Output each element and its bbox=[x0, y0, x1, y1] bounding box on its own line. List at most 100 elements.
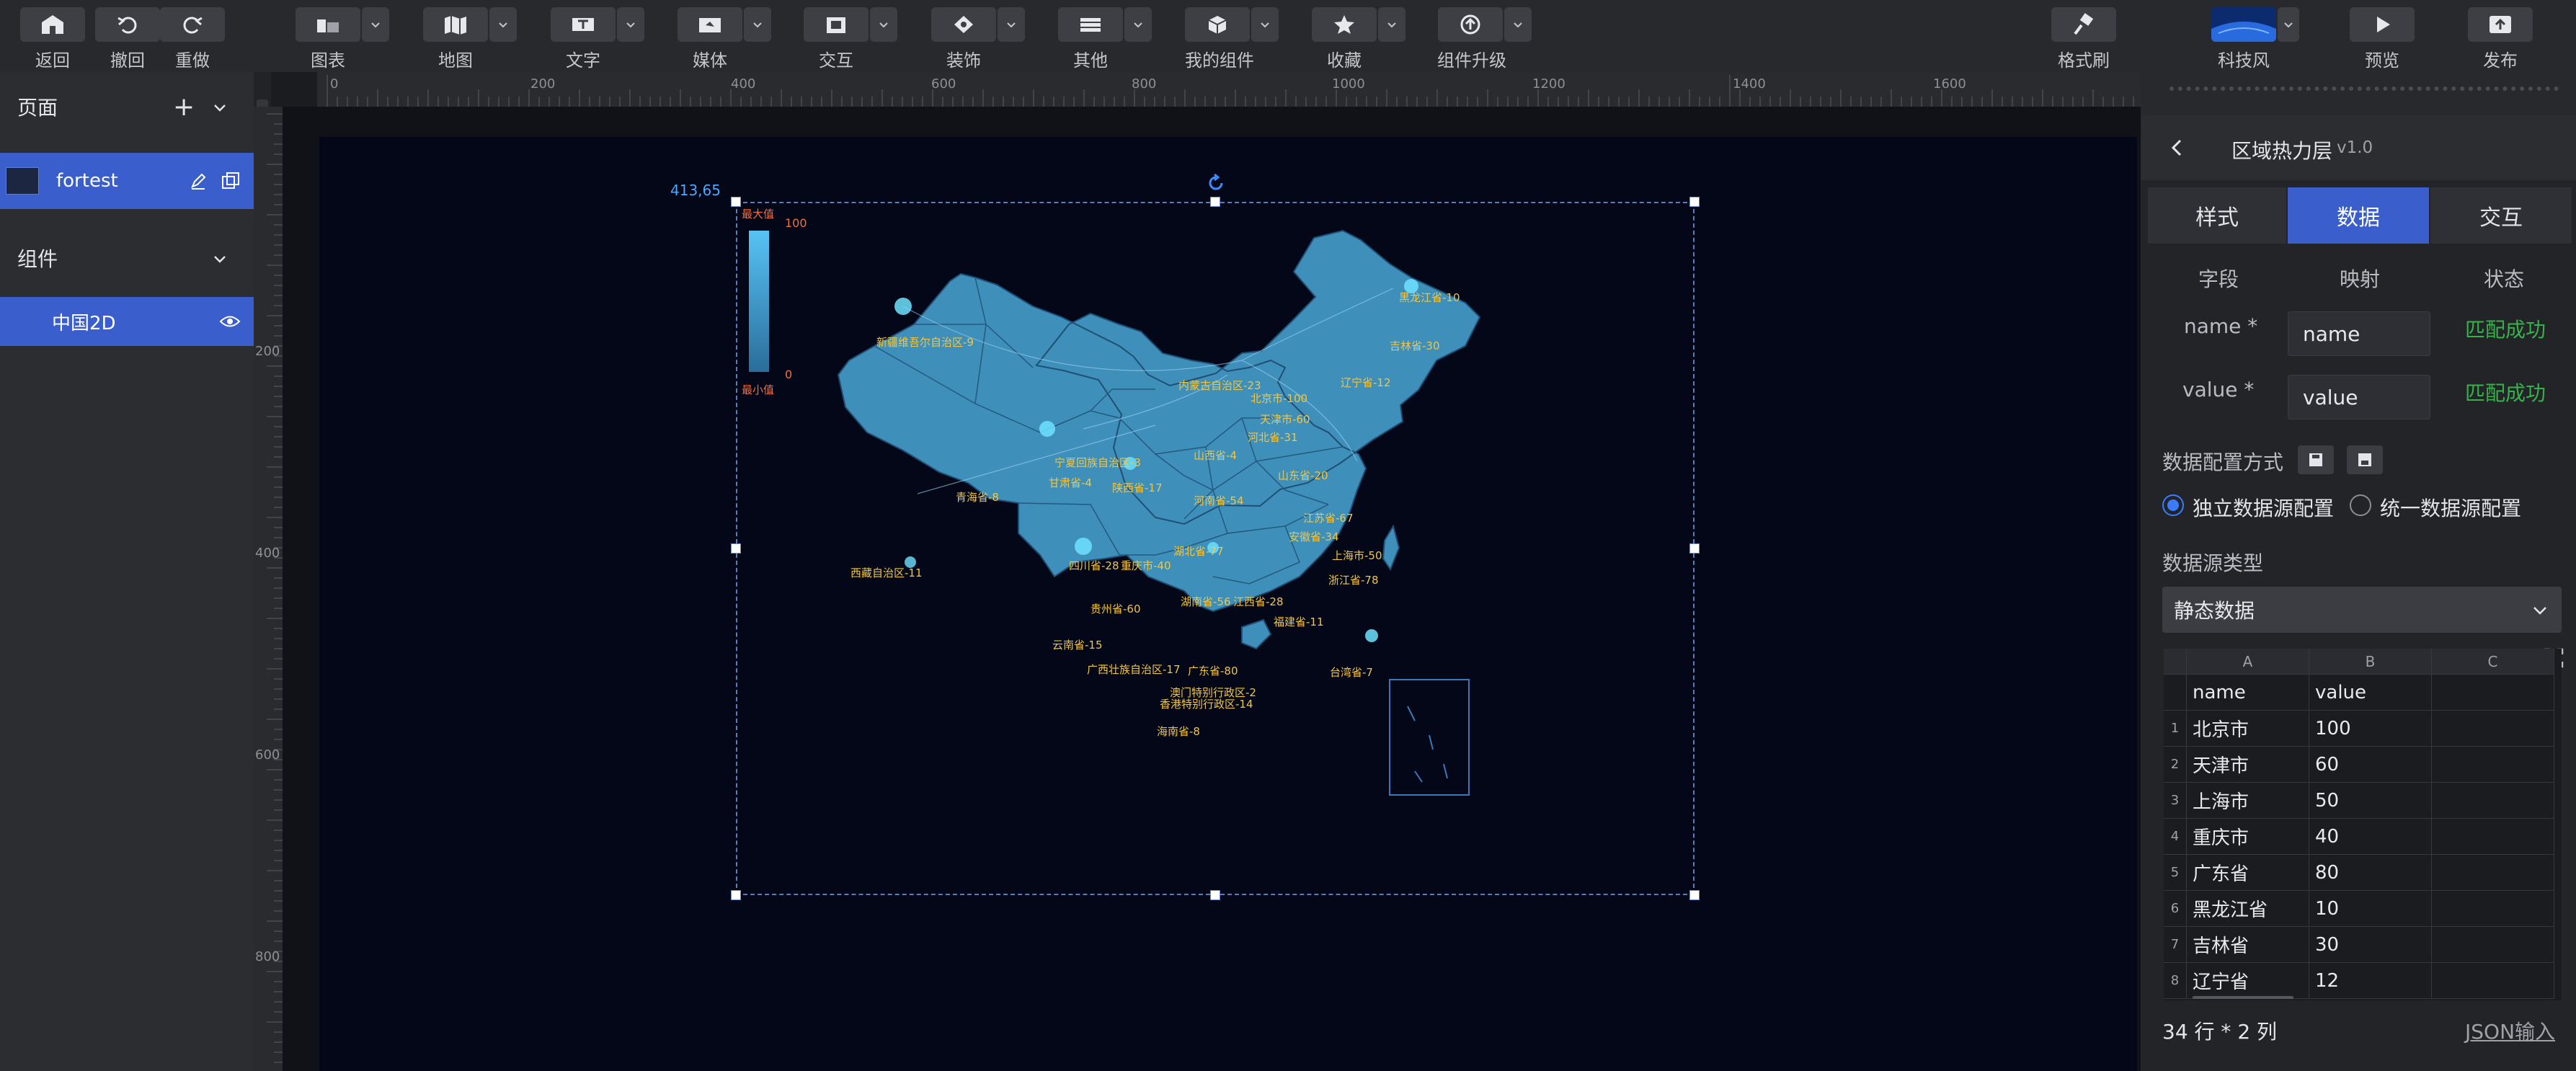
source-type-value: 静态数据 bbox=[2174, 599, 2255, 623]
column-letter-b[interactable]: B bbox=[2309, 649, 2432, 675]
back-arrow-icon[interactable] bbox=[2169, 138, 2184, 157]
name-mapping-input[interactable]: name bbox=[2288, 311, 2430, 356]
resize-handle[interactable] bbox=[731, 197, 741, 207]
grid-cell[interactable]: 12 bbox=[2309, 963, 2432, 999]
grid-cell[interactable]: 100 bbox=[2309, 711, 2432, 747]
chevron-down-icon[interactable] bbox=[212, 251, 228, 267]
tab-style-label: 样式 bbox=[2195, 205, 2239, 231]
radio-independent-label: 独立数据源配置 bbox=[2193, 497, 2335, 520]
edit-icon[interactable] bbox=[189, 172, 208, 190]
map-label: 西藏自治区-11 bbox=[850, 566, 923, 579]
grid-cell[interactable]: 上海市 bbox=[2187, 783, 2309, 819]
grid-horizontal-scrollbar[interactable] bbox=[2193, 996, 2293, 999]
other-dropdown[interactable] bbox=[1124, 7, 1152, 42]
tab-data[interactable]: 数据 bbox=[2288, 187, 2429, 244]
resize-handle[interactable] bbox=[731, 890, 741, 900]
format-brush-label: 格式刷 bbox=[2058, 50, 2110, 71]
resize-handle[interactable] bbox=[1689, 543, 1700, 554]
save-as-config-button[interactable] bbox=[2347, 445, 2383, 474]
xinjiang-node-icon bbox=[894, 298, 912, 315]
tab-style[interactable]: 样式 bbox=[2148, 187, 2286, 244]
grid-empty-cell[interactable] bbox=[2432, 819, 2554, 855]
grid-header-cell[interactable]: value bbox=[2309, 675, 2432, 711]
map-dropdown[interactable] bbox=[489, 7, 517, 42]
radio-unified[interactable] bbox=[2350, 494, 2371, 516]
column-letter-a[interactable]: A bbox=[2187, 649, 2309, 675]
grid-cell[interactable]: 吉林省 bbox=[2187, 927, 2309, 963]
taiwan-shape[interactable] bbox=[1382, 524, 1400, 572]
resize-handle[interactable] bbox=[1210, 890, 1220, 900]
align-icons-row[interactable] bbox=[2169, 86, 2559, 99]
upgrade-dropdown[interactable] bbox=[1504, 7, 1532, 42]
value-mapping-input[interactable]: value bbox=[2288, 375, 2430, 419]
data-grid[interactable]: A B C name value 1 北京市 100 2 天津市 60 3 上海… bbox=[2164, 649, 2562, 1000]
favorites-dropdown[interactable] bbox=[1378, 7, 1405, 42]
source-type-select[interactable]: 静态数据 bbox=[2162, 587, 2562, 633]
map-label: 新疆维吾尔自治区-9 bbox=[876, 336, 974, 349]
grid-empty-cell[interactable] bbox=[2432, 747, 2554, 783]
ruler-tick-label: 600 bbox=[255, 747, 280, 763]
other-label: 其他 bbox=[1073, 50, 1108, 71]
my-components-dropdown[interactable] bbox=[1251, 7, 1279, 42]
pages-header: 页面 + bbox=[0, 72, 254, 141]
theme-dropdown[interactable] bbox=[2278, 7, 2299, 42]
grid-cell[interactable]: 80 bbox=[2309, 855, 2432, 891]
grid-header-cell[interactable]: name bbox=[2187, 675, 2309, 711]
grid-empty-cell[interactable] bbox=[2432, 963, 2554, 999]
grid-cell[interactable]: 广东省 bbox=[2187, 855, 2309, 891]
grid-cell[interactable]: 重庆市 bbox=[2187, 819, 2309, 855]
grid-cell[interactable]: 30 bbox=[2309, 927, 2432, 963]
grid-cell[interactable]: 60 bbox=[2309, 747, 2432, 783]
save-config-button[interactable] bbox=[2298, 445, 2334, 474]
eye-icon[interactable] bbox=[219, 313, 241, 330]
grid-empty-cell[interactable] bbox=[2432, 711, 2554, 747]
stage[interactable]: 413,65 最大值 100 0 最小值 新疆维吾尔自治区-9 西藏自治区-11… bbox=[319, 137, 2137, 1071]
column-field-header: 字段 bbox=[2198, 267, 2239, 291]
copy-icon[interactable] bbox=[221, 172, 241, 190]
json-input-link[interactable]: JSON输入 bbox=[2465, 1016, 2555, 1045]
chart-dropdown[interactable] bbox=[362, 7, 389, 42]
chevron-down-icon[interactable] bbox=[212, 99, 228, 115]
grid-empty-cell[interactable] bbox=[2432, 783, 2554, 819]
map-label: 天津市-60 bbox=[1260, 413, 1310, 426]
rotate-handle-icon[interactable] bbox=[1206, 173, 1226, 193]
decoration-dropdown[interactable] bbox=[998, 7, 1025, 42]
map-label: 陕西省-17 bbox=[1112, 481, 1163, 494]
config-mode-label: 数据配置方式 bbox=[2162, 450, 2284, 474]
page-item-fortest[interactable]: fortest bbox=[0, 153, 254, 209]
grid-cell[interactable]: 北京市 bbox=[2187, 711, 2309, 747]
resize-handle[interactable] bbox=[1210, 197, 1220, 207]
grid-empty-cell[interactable] bbox=[2432, 927, 2554, 963]
row-number: 3 bbox=[2164, 783, 2187, 819]
grid-cell[interactable]: 天津市 bbox=[2187, 747, 2309, 783]
decoration-label: 装饰 bbox=[946, 50, 981, 71]
interaction-dropdown[interactable] bbox=[870, 7, 897, 42]
text-dropdown[interactable] bbox=[617, 7, 644, 42]
grid-empty-cell[interactable] bbox=[2432, 675, 2554, 711]
components-title: 组件 bbox=[17, 247, 58, 271]
radio-independent[interactable] bbox=[2162, 494, 2184, 516]
hainan-shape[interactable] bbox=[1241, 618, 1272, 650]
chart-label: 图表 bbox=[311, 50, 345, 71]
resize-handle[interactable] bbox=[1689, 197, 1700, 207]
media-dropdown[interactable] bbox=[744, 7, 771, 42]
grid-cell[interactable]: 黑龙江省 bbox=[2187, 891, 2309, 927]
component-item-china2d[interactable]: 中国2D bbox=[0, 297, 254, 346]
grid-cell[interactable]: 50 bbox=[2309, 783, 2432, 819]
map-label: 台湾省-7 bbox=[1330, 666, 1373, 679]
grid-empty-cell[interactable] bbox=[2432, 891, 2554, 927]
ruler-tick-label: 1600 bbox=[1933, 76, 1966, 92]
grid-cell[interactable]: 40 bbox=[2309, 819, 2432, 855]
grid-cell[interactable]: 10 bbox=[2309, 891, 2432, 927]
grid-cell[interactable]: 辽宁省 bbox=[2187, 963, 2309, 999]
row-number: 5 bbox=[2164, 855, 2187, 891]
favorites-icon bbox=[1334, 15, 1354, 34]
column-letter-c[interactable]: C bbox=[2432, 649, 2554, 675]
grid-empty-cell[interactable] bbox=[2432, 855, 2554, 891]
field-name-label: name * bbox=[2184, 314, 2258, 338]
resize-handle[interactable] bbox=[1689, 890, 1700, 900]
china-map[interactable]: 新疆维吾尔自治区-9 西藏自治区-11 青海省-8 甘肃省-4 宁夏回族自治区-… bbox=[781, 216, 1674, 865]
add-page-icon[interactable]: + bbox=[173, 92, 195, 122]
tab-interaction[interactable]: 交互 bbox=[2430, 187, 2572, 244]
resize-handle[interactable] bbox=[731, 543, 741, 554]
